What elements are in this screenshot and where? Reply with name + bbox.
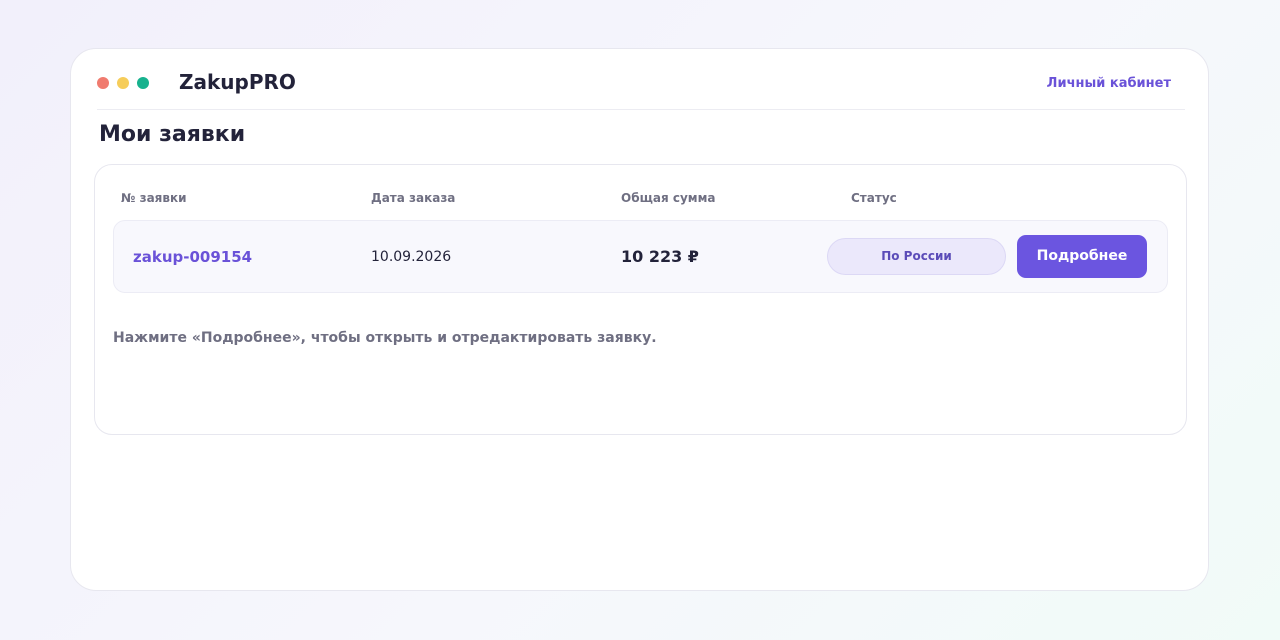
title-bar: ZakupPRO Личный кабинет: [97, 49, 1185, 110]
page-title: Мои заявки: [99, 122, 246, 147]
orders-panel: № заявки Дата заказа Общая сумма Статус …: [94, 164, 1187, 435]
column-header-total-sum: Общая сумма: [621, 191, 716, 205]
status-badge: По России: [827, 238, 1006, 275]
column-header-order-number: № заявки: [121, 191, 187, 205]
app-window: ZakupPRO Личный кабинет Мои заявки № зая…: [70, 48, 1209, 591]
minimize-window-dot-icon[interactable]: [117, 77, 129, 89]
table-row: zakup-009154 10.09.2026 10 223 ₽ По Росс…: [113, 220, 1168, 293]
hint-text: Нажмите «Подробнее», чтобы открыть и отр…: [113, 330, 657, 346]
column-header-status: Статус: [851, 191, 897, 205]
details-button[interactable]: Подробнее: [1017, 235, 1147, 278]
app-title: ZakupPRO: [179, 70, 296, 94]
maximize-window-dot-icon[interactable]: [137, 77, 149, 89]
order-total-sum: 10 223 ₽: [621, 247, 699, 266]
close-window-dot-icon[interactable]: [97, 77, 109, 89]
column-header-order-date: Дата заказа: [371, 191, 456, 205]
order-id-link[interactable]: zakup-009154: [133, 248, 252, 266]
account-link[interactable]: Личный кабинет: [1047, 76, 1171, 92]
order-date: 10.09.2026: [371, 249, 452, 265]
